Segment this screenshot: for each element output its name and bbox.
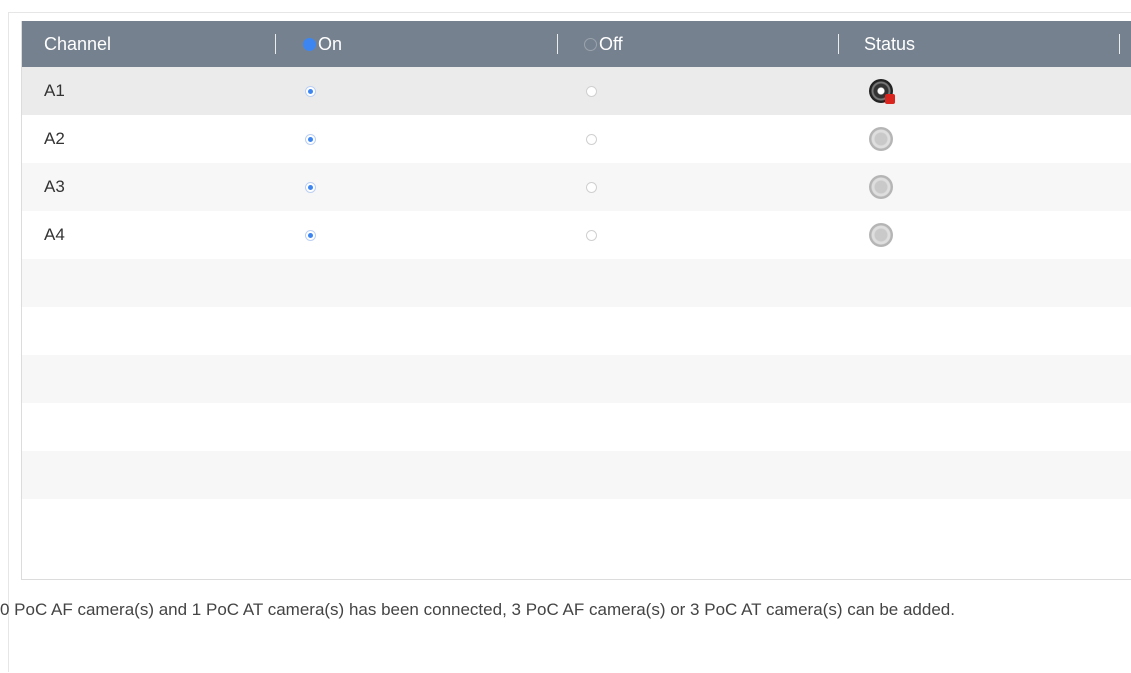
column-divider[interactable] [1119,34,1120,54]
column-divider[interactable] [557,34,558,54]
camera-error-icon [869,79,895,104]
panel-border-left [8,12,9,672]
empty-row [22,451,1131,499]
table-header: Channel On Off Status [22,21,1131,67]
off-radio[interactable] [586,133,597,145]
off-radio[interactable] [586,181,597,193]
on-radio[interactable] [305,133,316,145]
empty-row [22,259,1131,307]
error-badge-icon [885,94,895,104]
column-header-off[interactable]: Off [584,21,623,67]
on-radio[interactable] [305,181,316,193]
column-header-channel[interactable]: Channel [44,21,111,67]
empty-row [22,403,1131,451]
channel-cell: A4 [44,225,65,244]
table-row[interactable]: A1 [22,67,1131,115]
table-row[interactable]: A3 [22,163,1131,211]
on-radio[interactable] [305,229,316,241]
table-row[interactable]: A4 [22,211,1131,259]
on-radio[interactable] [305,85,316,97]
off-radio[interactable] [586,229,597,241]
connection-summary-text: 0 PoC AF camera(s) and 1 PoC AT camera(s… [0,600,955,619]
off-radio[interactable] [586,85,597,97]
column-divider[interactable] [838,34,839,54]
poc-channel-table: Channel On Off Status A1 A2 A3 A4 [21,21,1131,580]
column-header-channel-label: Channel [44,33,112,54]
select-all-off-radio-icon[interactable] [584,37,597,51]
empty-row [22,307,1131,355]
table-row[interactable]: A2 [22,115,1131,163]
channel-cell: A3 [44,177,65,196]
column-header-status: Status [864,21,915,67]
column-divider[interactable] [275,34,276,54]
column-header-on[interactable]: On [303,21,342,67]
camera-idle-icon [869,223,893,247]
panel-border-top [8,12,1131,13]
channel-cell: A2 [44,129,65,148]
channel-cell: A1 [44,81,65,100]
empty-row [22,499,1131,532]
camera-idle-icon [869,175,893,199]
camera-idle-icon [869,127,893,151]
column-header-off-label: Off [599,33,623,54]
column-header-on-label: On [318,33,343,54]
empty-row [22,355,1131,403]
column-header-status-label: Status [864,33,916,54]
select-all-on-radio-icon[interactable] [303,37,316,51]
